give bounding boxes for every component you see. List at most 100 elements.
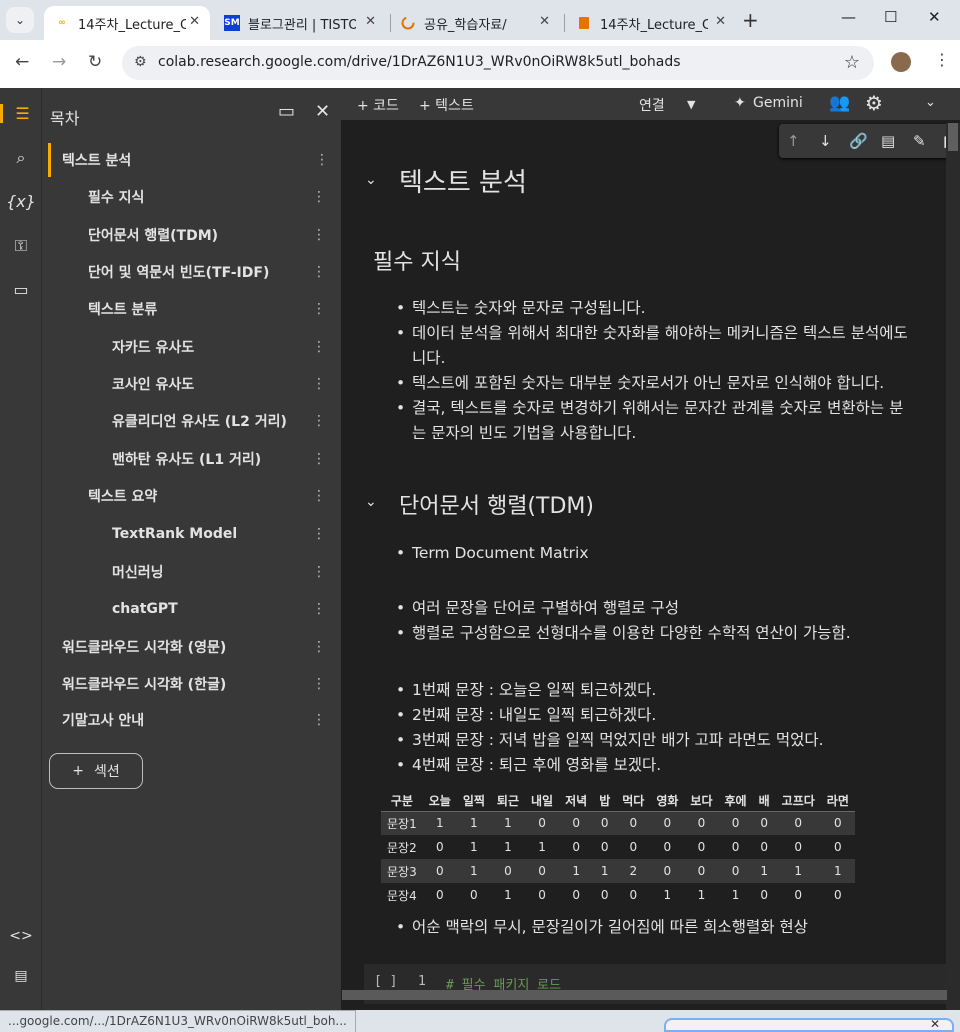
site-info-icon[interactable]: ⚙ — [134, 54, 147, 70]
maximize-button[interactable]: ☐ — [884, 8, 897, 26]
collapse-chevron-icon[interactable]: ⌄ — [365, 494, 377, 510]
comment-icon[interactable]: ▤ — [881, 132, 895, 150]
toc-item-wordcloud-ko[interactable]: 워드클라우드 시각화 (한글) ⋮ — [62, 667, 338, 701]
toc-item-tdm[interactable]: 단어문서 행렬(TDM) ⋮ — [88, 218, 338, 252]
move-up-icon[interactable]: ↑ — [787, 132, 800, 150]
more-vert-icon[interactable]: ⋮ — [312, 639, 326, 655]
more-vert-icon[interactable]: ⋮ — [312, 413, 326, 429]
close-icon[interactable]: ✕ — [365, 14, 376, 29]
more-vert-icon[interactable]: ⋮ — [312, 488, 326, 504]
more-vert-icon[interactable]: ⋮ — [312, 264, 326, 280]
table-cell: 0 — [794, 840, 803, 854]
collapse-chevron-icon[interactable]: ⌄ — [365, 172, 377, 188]
more-vert-icon[interactable]: ⋮ — [312, 526, 326, 542]
run-cell-button[interactable]: [ ] — [374, 974, 397, 989]
close-window-button[interactable]: ✕ — [928, 8, 941, 26]
connect-button[interactable]: 연결 — [639, 95, 665, 115]
close-icon[interactable]: ✕ — [189, 14, 200, 29]
more-vert-icon[interactable]: ⋮ — [312, 676, 326, 692]
toc-item-euclidean[interactable]: 유클리디언 유사도 (L2 거리) ⋮ — [112, 404, 338, 438]
close-icon[interactable]: ✕ — [539, 14, 550, 29]
horizontal-scrollbar[interactable] — [342, 990, 947, 1000]
chevron-down-icon[interactable]: ⌄ — [925, 95, 936, 110]
add-code-button[interactable]: + 코드 — [357, 95, 399, 115]
table-header-cell: 고프다 — [781, 794, 815, 809]
search-icon[interactable]: ⌕ — [0, 148, 42, 168]
tab-drive-folder[interactable]: 공유_학습자료/ ✕ — [390, 6, 560, 40]
more-vert-icon[interactable]: ⋮ — [312, 712, 326, 728]
forward-arrow-icon[interactable]: → — [52, 52, 66, 72]
toc-item-text-analysis[interactable]: 텍스트 분석 ⋮ — [48, 143, 338, 177]
new-tab-button[interactable]: + — [742, 8, 759, 32]
toc-item-textrank[interactable]: TextRank Model ⋮ — [112, 517, 338, 551]
avatar[interactable] — [891, 52, 911, 72]
more-vert-icon[interactable]: ⋮ — [312, 376, 326, 392]
toc-item-machine-learning[interactable]: 머신러닝 ⋮ — [112, 555, 338, 589]
edit-pencil-icon[interactable]: ✎ — [913, 132, 926, 150]
gemini-sparkle-icon[interactable]: ✦ — [734, 95, 746, 111]
table-cell: 0 — [718, 859, 753, 883]
gemini-button[interactable]: Gemini — [753, 95, 803, 111]
toc-item-label: 텍스트 분석 — [62, 153, 132, 169]
browser-menu-icon[interactable]: ⋮ — [934, 50, 950, 69]
omnibox[interactable]: ⚙ colab.research.google.com/drive/1DrAZ6… — [122, 46, 874, 80]
folder-icon[interactable]: ▭ — [0, 280, 42, 299]
scrollbar-thumb[interactable] — [948, 123, 958, 151]
bookmark-star-icon[interactable]: ☆ — [844, 52, 860, 73]
toc-item-required-knowledge[interactable]: 필수 지식 ⋮ — [88, 180, 338, 214]
open-in-tab-icon[interactable]: ▭ — [278, 101, 295, 122]
reload-icon[interactable]: ↻ — [88, 52, 102, 72]
toc-item-label: 단어문서 행렬(TDM) — [88, 228, 219, 244]
toc-item-wordcloud-en[interactable]: 워드클라우드 시각화 (영문) ⋮ — [62, 630, 338, 664]
connect-dropdown-icon[interactable]: ▼ — [687, 98, 695, 111]
table-of-contents-icon[interactable]: ☰ — [0, 104, 42, 123]
more-vert-icon[interactable]: ⋮ — [312, 601, 326, 617]
variables-icon[interactable]: {x} — [0, 192, 42, 211]
plus-icon: + — [72, 763, 84, 779]
list-item: 어순 맥락의 무시, 문장길이가 길어짐에 따른 희소행렬화 현상 — [372, 915, 808, 940]
toc-item-tfidf[interactable]: 단어 및 역문서 빈도(TF-IDF) ⋮ — [88, 255, 338, 289]
toc-item-text-classification[interactable]: 텍스트 분류 ⋮ — [88, 292, 338, 326]
link-icon[interactable]: 🔗 — [849, 132, 868, 150]
table-cell: 1 — [593, 859, 617, 883]
more-vert-icon[interactable]: ⋮ — [312, 227, 326, 243]
toc-item-manhattan[interactable]: 맨하탄 유사도 (L1 거리) ⋮ — [112, 442, 338, 476]
command-palette-icon[interactable]: ▤ — [0, 968, 42, 984]
add-text-button[interactable]: + 텍스트 — [419, 95, 474, 115]
add-section-button[interactable]: + 섹션 — [49, 753, 143, 789]
minimize-button[interactable]: — — [841, 8, 856, 26]
close-icon[interactable]: ✕ — [715, 14, 726, 29]
settings-gear-icon[interactable]: ⚙ — [865, 91, 883, 115]
table-cell: 0 — [629, 840, 638, 854]
key-icon[interactable]: ⚿ — [0, 236, 42, 256]
tab-tistory[interactable]: SM 블로그관리 | TISTO ✕ — [214, 6, 386, 40]
more-vert-icon[interactable]: ⋮ — [312, 451, 326, 467]
share-people-icon[interactable]: 👥 — [829, 93, 850, 113]
cell-toolbar: ↑ ↓ 🔗 ▤ ✎ ▮ — [779, 124, 960, 158]
toc-item-summarization[interactable]: 텍스트 요약 ⋮ — [88, 479, 338, 513]
toc-item-cosine[interactable]: 코사인 유사도 ⋮ — [112, 367, 338, 401]
close-icon[interactable]: ✕ — [315, 101, 330, 122]
tab-title: 공유_학습자료/ — [424, 17, 507, 33]
toc-item-chatgpt[interactable]: chatGPT ⋮ — [112, 592, 338, 626]
toc-item-jaccard[interactable]: 자카드 유사도 ⋮ — [112, 330, 338, 364]
more-vert-icon[interactable]: ⋮ — [312, 301, 326, 317]
back-arrow-icon[interactable]: ← — [15, 52, 29, 72]
table-cell: 1 — [538, 840, 546, 854]
table-header-cell: 먹다 — [622, 794, 645, 809]
more-vert-icon[interactable]: ⋮ — [312, 564, 326, 580]
close-icon[interactable]: ✕ — [930, 1017, 940, 1031]
url-text[interactable]: colab.research.google.com/drive/1DrAZ6N1… — [158, 54, 681, 70]
more-vert-icon[interactable]: ⋮ — [312, 189, 326, 205]
tab-colab-active[interactable]: ∞ 14주차_Lecture_Co ✕ — [44, 6, 210, 40]
more-vert-icon[interactable]: ⋮ — [312, 339, 326, 355]
toc-item-label: 코사인 유사도 — [112, 377, 195, 393]
more-vert-icon[interactable]: ⋮ — [315, 152, 329, 168]
toc-item-final-exam[interactable]: 기말고사 안내 ⋮ — [62, 703, 338, 737]
notification-popup[interactable]: ✕ — [664, 1017, 954, 1032]
tab-colab-second[interactable]: 14주차_Lecture_Co ✕ — [566, 6, 736, 40]
tab-search-button[interactable]: ⌄ — [6, 7, 34, 33]
vertical-scrollbar[interactable] — [946, 123, 960, 1010]
code-snippets-icon[interactable]: <> — [0, 928, 42, 944]
move-down-icon[interactable]: ↓ — [819, 132, 832, 150]
